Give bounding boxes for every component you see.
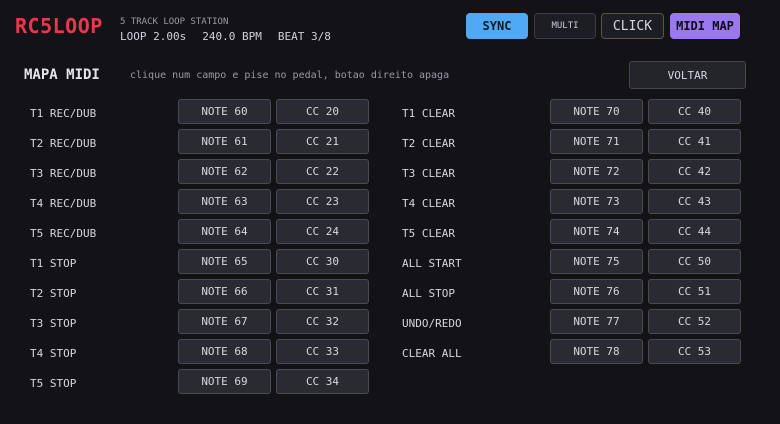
cc-field[interactable]: CC 22 — [276, 159, 369, 184]
mapping-row: ALL START NOTE 75 CC 50 — [372, 248, 752, 278]
mapping-row: T4 REC/DUB NOTE 63 CC 23 — [0, 188, 380, 218]
action-label: CLEAR ALL — [402, 347, 462, 360]
note-field[interactable]: NOTE 68 — [178, 339, 271, 364]
mapping-row: T2 REC/DUB NOTE 61 CC 21 — [0, 128, 380, 158]
cc-field[interactable]: CC 24 — [276, 219, 369, 244]
click-button[interactable]: CLICK — [601, 13, 664, 39]
note-field[interactable]: NOTE 74 — [550, 219, 643, 244]
cc-field[interactable]: CC 34 — [276, 369, 369, 394]
action-label: T2 CLEAR — [402, 137, 455, 150]
app-subtitle: 5 TRACK LOOP STATION — [120, 17, 229, 27]
mapping-row: T1 CLEAR NOTE 70 CC 40 — [372, 98, 752, 128]
back-button[interactable]: VOLTAR — [629, 61, 746, 89]
mapping-list-right: T1 CLEAR NOTE 70 CC 40 T2 CLEAR NOTE 71 … — [372, 98, 752, 368]
action-label: T5 REC/DUB — [30, 227, 97, 240]
note-field[interactable]: NOTE 67 — [178, 309, 271, 334]
cc-field[interactable]: CC 40 — [648, 99, 741, 124]
note-field[interactable]: NOTE 63 — [178, 189, 271, 214]
cc-field[interactable]: CC 41 — [648, 129, 741, 154]
action-label: T4 REC/DUB — [30, 197, 97, 210]
mapping-row: T2 STOP NOTE 66 CC 31 — [0, 278, 380, 308]
action-label: T3 CLEAR — [402, 167, 455, 180]
note-field[interactable]: NOTE 71 — [550, 129, 643, 154]
note-field[interactable]: NOTE 66 — [178, 279, 271, 304]
cc-field[interactable]: CC 50 — [648, 249, 741, 274]
mapping-row: T5 STOP NOTE 69 CC 34 — [0, 368, 380, 398]
note-field[interactable]: NOTE 69 — [178, 369, 271, 394]
sync-button[interactable]: SYNC — [466, 13, 528, 39]
mapping-row: T5 CLEAR NOTE 74 CC 44 — [372, 218, 752, 248]
mapping-row: T3 STOP NOTE 67 CC 32 — [0, 308, 380, 338]
note-field[interactable]: NOTE 73 — [550, 189, 643, 214]
action-label: ALL STOP — [402, 287, 455, 300]
multi-button[interactable]: MULTI — [534, 13, 596, 39]
action-label: T5 STOP — [30, 377, 77, 390]
loop-length: LOOP 2.00s — [120, 30, 187, 43]
instructions-hint: clique num campo e pise no pedal, botao … — [130, 70, 450, 81]
cc-field[interactable]: CC 30 — [276, 249, 369, 274]
header-bar: RC5LOOP 5 TRACK LOOP STATION LOOP 2.00s 2… — [0, 0, 780, 54]
cc-field[interactable]: CC 31 — [276, 279, 369, 304]
note-field[interactable]: NOTE 77 — [550, 309, 643, 334]
transport-status: LOOP 2.00s 240.0 BPM BEAT 3/8 — [120, 30, 347, 43]
mapping-row: ALL STOP NOTE 76 CC 51 — [372, 278, 752, 308]
app-logo: RC5LOOP — [15, 14, 103, 38]
cc-field[interactable]: CC 21 — [276, 129, 369, 154]
action-label: T5 CLEAR — [402, 227, 455, 240]
mapping-row: T2 CLEAR NOTE 71 CC 41 — [372, 128, 752, 158]
cc-field[interactable]: CC 20 — [276, 99, 369, 124]
cc-field[interactable]: CC 33 — [276, 339, 369, 364]
cc-field[interactable]: CC 52 — [648, 309, 741, 334]
note-field[interactable]: NOTE 60 — [178, 99, 271, 124]
mapping-row: UNDO/REDO NOTE 77 CC 52 — [372, 308, 752, 338]
note-field[interactable]: NOTE 76 — [550, 279, 643, 304]
mapping-row: T1 STOP NOTE 65 CC 30 — [0, 248, 380, 278]
cc-field[interactable]: CC 51 — [648, 279, 741, 304]
note-field[interactable]: NOTE 65 — [178, 249, 271, 274]
action-label: T2 REC/DUB — [30, 137, 97, 150]
action-label: T1 REC/DUB — [30, 107, 97, 120]
cc-field[interactable]: CC 42 — [648, 159, 741, 184]
mapping-list-left: T1 REC/DUB NOTE 60 CC 20 T2 REC/DUB NOTE… — [0, 98, 380, 398]
action-label: T4 STOP — [30, 347, 77, 360]
action-label: T1 CLEAR — [402, 107, 455, 120]
action-label: ALL START — [402, 257, 462, 270]
note-field[interactable]: NOTE 72 — [550, 159, 643, 184]
action-label: T3 REC/DUB — [30, 167, 97, 180]
note-field[interactable]: NOTE 62 — [178, 159, 271, 184]
action-label: T4 CLEAR — [402, 197, 455, 210]
mapping-row: T4 CLEAR NOTE 73 CC 43 — [372, 188, 752, 218]
cc-field[interactable]: CC 23 — [276, 189, 369, 214]
mapping-row: T1 REC/DUB NOTE 60 CC 20 — [0, 98, 380, 128]
note-field[interactable]: NOTE 61 — [178, 129, 271, 154]
mapping-row: T3 CLEAR NOTE 72 CC 42 — [372, 158, 752, 188]
beat-counter: BEAT 3/8 — [277, 30, 331, 43]
cc-field[interactable]: CC 43 — [648, 189, 741, 214]
tempo-bpm: 240.0 BPM — [202, 30, 262, 43]
cc-field[interactable]: CC 44 — [648, 219, 741, 244]
action-label: UNDO/REDO — [402, 317, 462, 330]
mapping-row: CLEAR ALL NOTE 78 CC 53 — [372, 338, 752, 368]
cc-field[interactable]: CC 32 — [276, 309, 369, 334]
action-label: T3 STOP — [30, 317, 77, 330]
note-field[interactable]: NOTE 75 — [550, 249, 643, 274]
mapping-row: T3 REC/DUB NOTE 62 CC 22 — [0, 158, 380, 188]
action-label: T1 STOP — [30, 257, 77, 270]
mapping-row: T5 REC/DUB NOTE 64 CC 24 — [0, 218, 380, 248]
midi-map-button[interactable]: MIDI MAP — [670, 13, 740, 39]
note-field[interactable]: NOTE 70 — [550, 99, 643, 124]
mapping-row: T4 STOP NOTE 68 CC 33 — [0, 338, 380, 368]
note-field[interactable]: NOTE 78 — [550, 339, 643, 364]
note-field[interactable]: NOTE 64 — [178, 219, 271, 244]
page-title: MAPA MIDI — [24, 67, 100, 83]
cc-field[interactable]: CC 53 — [648, 339, 741, 364]
action-label: T2 STOP — [30, 287, 77, 300]
